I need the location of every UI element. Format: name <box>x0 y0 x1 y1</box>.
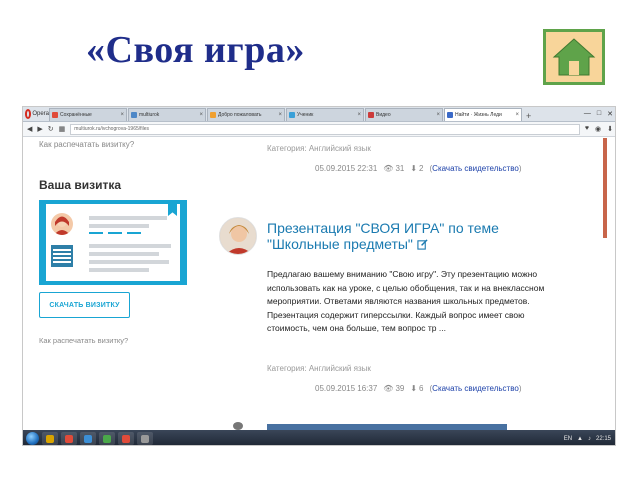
browser-tab[interactable]: Добро пожаловать × <box>207 108 285 121</box>
bookmark-icon <box>168 204 177 216</box>
browser-toolbar: ◀ ▶ ↻ ▦ multiurok.ru/ivchogrova-1965/fil… <box>23 122 615 137</box>
web-page: Как распечатать визитку? Ваша визитка СК… <box>23 138 615 430</box>
download-icon[interactable]: ⬇ <box>607 125 613 133</box>
print-card-link[interactable]: Как распечатать визитку? <box>39 336 128 345</box>
taskbar-app[interactable] <box>61 432 77 445</box>
top-post-date: 05.09.2015 22:31 <box>315 164 378 173</box>
tab-favicon <box>131 112 137 118</box>
taskbar-app[interactable] <box>42 432 58 445</box>
taskbar-app[interactable] <box>80 432 96 445</box>
card-avatar <box>51 213 73 235</box>
tab-close-icon[interactable]: × <box>120 112 124 118</box>
tab-label: Сохранённые <box>60 112 92 118</box>
top-post-views: 31 <box>395 164 405 173</box>
tab-label: Видео <box>376 112 391 118</box>
post-date: 05.09.2015 16:37 <box>315 384 378 393</box>
qr-code-icon <box>51 245 73 267</box>
clock[interactable]: 22:15 <box>596 436 611 442</box>
post-title-link[interactable]: Презентация "СВОЯ ИГРА" по теме "Школьны… <box>267 220 567 252</box>
back-icon[interactable]: ◀ <box>27 125 32 133</box>
taskbar-app[interactable] <box>118 432 134 445</box>
next-post-avatar <box>233 422 243 430</box>
top-post-downloads: 2 <box>419 164 424 173</box>
browser-screenshot: Opera Сохранённые × multiurok × Добро пожало… <box>22 106 616 446</box>
tab-close-icon[interactable]: × <box>515 112 519 118</box>
maximize-button[interactable]: □ <box>597 110 601 117</box>
download-card-button[interactable]: СКАЧАТЬ ВИЗИТКУ <box>39 292 130 318</box>
tab-label: multiurok <box>139 112 160 118</box>
browser-tab[interactable]: multiurok × <box>128 108 206 121</box>
tab-favicon <box>368 112 374 118</box>
tab-close-icon[interactable]: × <box>357 112 361 118</box>
reload-icon[interactable]: ↻ <box>48 125 54 133</box>
tab-label: Ученик <box>297 112 314 118</box>
opera-menu-label: Opera <box>32 110 49 117</box>
speed-dial-icon[interactable]: ▦ <box>59 125 66 133</box>
bookmark-heart-icon[interactable]: ♥ <box>585 125 589 133</box>
eye-icon: 👁 <box>383 164 394 173</box>
tab-close-icon[interactable]: × <box>436 112 440 118</box>
home-icon <box>552 38 596 76</box>
taskbar-app-icon <box>141 434 149 443</box>
top-post-meta: 05.09.2015 22:31 👁 31 ⬇ 2 (Скачать свидете… <box>315 164 522 173</box>
new-tab-button[interactable]: + <box>523 111 534 121</box>
volume-icon[interactable]: ♪ <box>588 436 591 442</box>
taskbar-app-icon <box>46 434 54 443</box>
address-field[interactable]: multiurok.ru/ivchogrova-1965/files <box>70 123 580 135</box>
language-indicator[interactable]: EN <box>564 436 572 442</box>
business-card-preview <box>39 200 187 285</box>
browser-tab[interactable]: Видео × <box>365 108 443 121</box>
taskbar-app-icon <box>65 434 73 443</box>
system-tray: EN ▲ ♪ 22:15 <box>564 436 614 442</box>
tab-close-icon[interactable]: × <box>278 112 282 118</box>
tab-close-icon[interactable]: × <box>199 112 203 118</box>
windows-taskbar: EN ▲ ♪ 22:15 <box>23 430 615 445</box>
tab-label: Найти · Жизнь Леди <box>455 112 502 118</box>
edit-icon[interactable] <box>417 239 428 250</box>
opera-icon <box>25 108 32 119</box>
home-button[interactable] <box>543 29 605 85</box>
minimize-button[interactable]: — <box>584 110 591 117</box>
eye-icon: 👁 <box>383 384 394 393</box>
taskbar-app-icon <box>122 434 130 443</box>
network-icon[interactable]: ▲ <box>577 436 583 442</box>
page-scroll-accent <box>603 138 607 238</box>
sidebar-cut-text: Как распечатать визитку? <box>39 140 135 149</box>
opera-menu-button[interactable]: Opera <box>23 107 49 121</box>
close-window-button[interactable]: ✕ <box>607 110 613 118</box>
window-controls: — □ ✕ <box>584 107 615 121</box>
taskbar-app-icon <box>84 434 92 443</box>
top-cert-link[interactable]: Скачать свидетельство <box>432 164 519 173</box>
post-category: Категория: Английский язык <box>267 364 371 373</box>
download-count-icon: ⬇ <box>410 384 418 393</box>
taskbar-app[interactable] <box>99 432 115 445</box>
slide: «Своя игра» Opera Сохранённые × multiurok ×… <box>0 0 640 480</box>
post-views: 39 <box>395 384 405 393</box>
tab-label: Добро пожаловать <box>218 112 262 118</box>
browser-tab[interactable]: Найти · Жизнь Леди × <box>444 108 522 121</box>
post-description: Предлагаю вашему вниманию "Свою игру". Э… <box>267 269 545 334</box>
start-button[interactable] <box>26 432 39 445</box>
forward-icon[interactable]: ▶ <box>37 125 42 133</box>
card-heading: Ваша визитка <box>39 178 122 192</box>
taskbar-app-icon <box>103 434 111 443</box>
address-text: multiurok.ru/ivchogrova-1965/files <box>74 126 150 132</box>
tab-favicon <box>52 112 58 118</box>
taskbar-app[interactable] <box>137 432 153 445</box>
post-title: Презентация "СВОЯ ИГРА" по теме "Школьны… <box>267 220 499 252</box>
post-cert-link[interactable]: Скачать свидетельство <box>432 384 519 393</box>
browser-tab[interactable]: Ученик × <box>286 108 364 121</box>
author-avatar[interactable] <box>219 217 257 255</box>
download-count-icon: ⬇ <box>410 164 418 173</box>
browser-tabbar: Opera Сохранённые × multiurok × Добро пожало… <box>23 107 615 122</box>
browser-tab[interactable]: Сохранённые × <box>49 108 127 121</box>
slide-title: «Своя игра» <box>86 29 305 71</box>
post-downloads: 6 <box>419 384 424 393</box>
top-post-category: Категория: Английский язык <box>267 144 371 153</box>
post-meta: 05.09.2015 16:37 👁 39 ⬇ 6 (Скачать свидете… <box>315 384 522 393</box>
extension-icon[interactable]: ◉ <box>595 125 601 133</box>
tab-favicon <box>447 112 453 118</box>
tab-favicon <box>289 112 295 118</box>
tab-favicon <box>210 112 216 118</box>
